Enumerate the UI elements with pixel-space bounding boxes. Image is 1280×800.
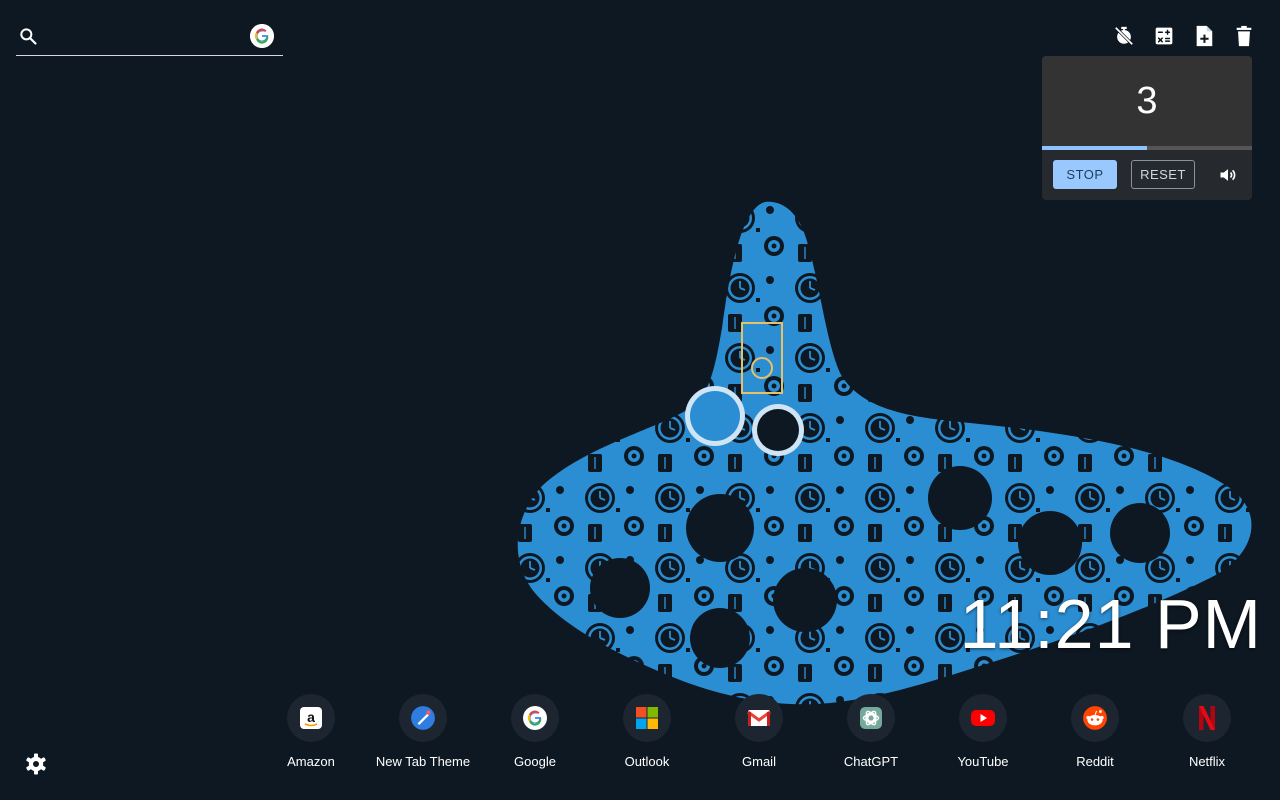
shortcut-label: New Tab Theme (375, 754, 471, 769)
timer-progress-track (1042, 146, 1252, 150)
shortcut-label: Outlook (624, 754, 670, 769)
svg-text:a: a (307, 709, 315, 725)
settings-gear-icon[interactable] (24, 752, 48, 776)
shortcut-label: Gmail (742, 754, 776, 769)
shortcut-youtube[interactable]: YouTube (927, 694, 1039, 769)
volume-icon[interactable] (1218, 165, 1238, 185)
chatgpt-icon (860, 707, 882, 729)
amazon-icon: a (300, 707, 322, 729)
shortcut-google[interactable]: Google (479, 694, 591, 769)
google-icon[interactable] (250, 24, 274, 48)
timer-widget: 3 STOP RESET (1042, 56, 1252, 200)
search-icon[interactable] (18, 26, 38, 46)
shortcut-netflix[interactable]: Netflix (1151, 694, 1263, 769)
search-bar (16, 22, 283, 56)
shortcut-label: ChatGPT (843, 754, 899, 769)
search-input[interactable] (48, 24, 252, 52)
new-note-icon[interactable] (1192, 24, 1216, 48)
netflix-icon (1199, 706, 1215, 730)
shortcut-gmail[interactable]: Gmail (703, 694, 815, 769)
outlook-icon (636, 707, 658, 729)
clock-time: 11:21 PM (959, 585, 1262, 663)
trash-icon[interactable] (1232, 24, 1256, 48)
gmail-icon (747, 710, 771, 726)
timer-controls: STOP RESET (1053, 160, 1238, 189)
timer-display: 3 (1042, 56, 1252, 146)
timer-progress-fill (1042, 146, 1147, 150)
youtube-icon (971, 710, 995, 726)
shortcut-new-tab-theme[interactable]: New Tab Theme (367, 694, 479, 769)
google-icon (523, 706, 547, 730)
shortcut-label: Google (514, 754, 556, 769)
timer-off-icon[interactable] (1112, 24, 1136, 48)
reset-button[interactable]: RESET (1131, 160, 1195, 189)
shortcut-label: Amazon (287, 754, 335, 769)
shortcut-label: Reddit (1076, 754, 1114, 769)
shortcut-outlook[interactable]: Outlook (591, 694, 703, 769)
stop-button[interactable]: STOP (1053, 160, 1117, 189)
top-toolbar (1112, 24, 1256, 48)
shortcut-label: Netflix (1188, 754, 1226, 769)
shortcut-chatgpt[interactable]: ChatGPT (815, 694, 927, 769)
shortcut-amazon[interactable]: a Amazon (255, 694, 367, 769)
new-tab-theme-icon (411, 706, 435, 730)
reddit-icon (1083, 706, 1107, 730)
shortcut-reddit[interactable]: Reddit (1039, 694, 1151, 769)
shortcut-label: YouTube (957, 754, 1009, 769)
calculator-icon[interactable] (1152, 24, 1176, 48)
shortcut-bar: a Amazon New Tab Theme Google Outlook Gm… (255, 694, 1263, 769)
